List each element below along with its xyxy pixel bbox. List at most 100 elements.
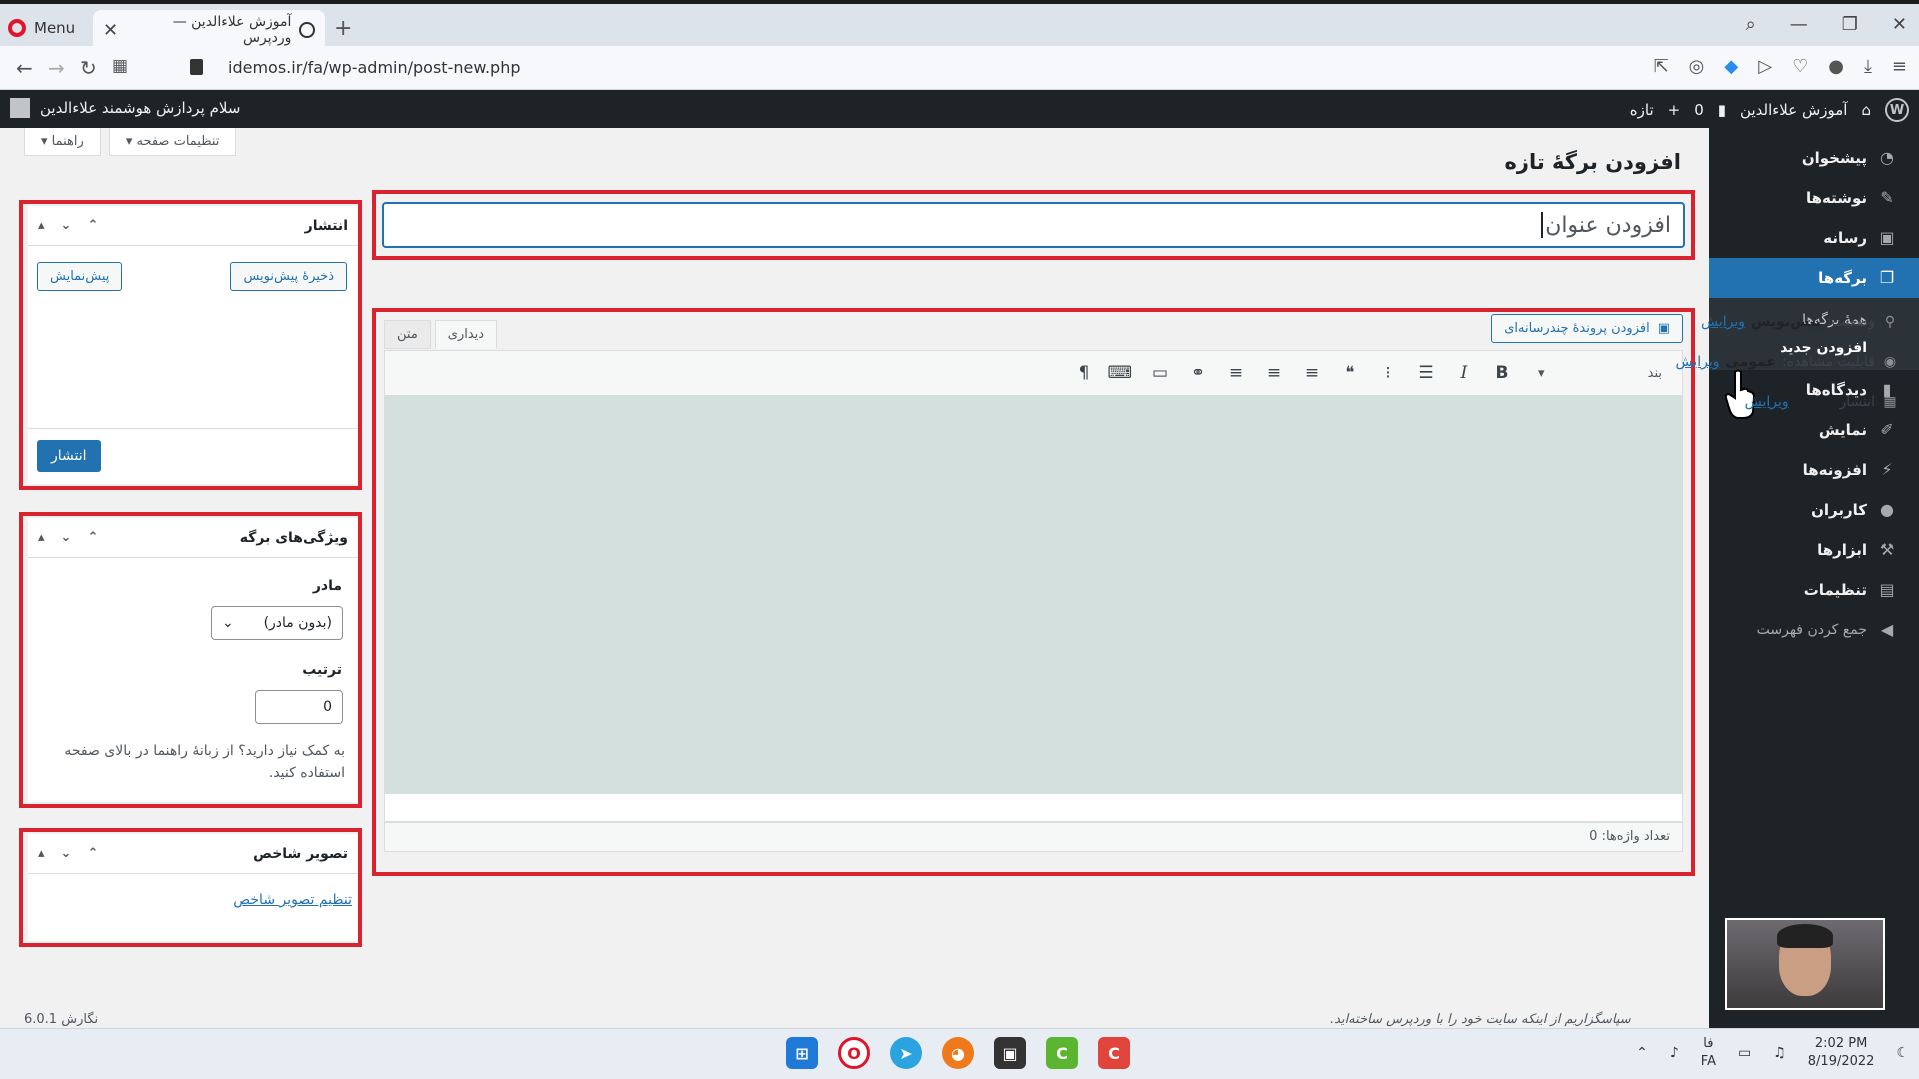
browser-tab[interactable]: آموزش علاءالدین — وردپرس ✕ (93, 10, 325, 50)
menu-item-plugins[interactable]: ⚡ افزونه‌ها (1709, 450, 1919, 490)
close-window-icon[interactable]: ✕ (1892, 14, 1907, 35)
title-input[interactable]: افزودن عنوان (382, 202, 1685, 248)
featured-image-box: تصویر شاخص ▴ ⌄ ⌃ (28, 834, 358, 941)
firefox-icon[interactable]: ◕ (942, 1037, 974, 1069)
avatar[interactable] (10, 98, 30, 118)
preview-button[interactable]: پیش‌نمایش (37, 262, 123, 291)
camtasia-icon[interactable]: C (1046, 1037, 1078, 1069)
date: 8/19/2022 (1807, 1054, 1875, 1069)
content-editor: ▣ افزودن پروندهٔ چندرسانه‌ای دیداری متن … (384, 314, 1683, 862)
link-icon[interactable]: ⚭ (1188, 363, 1208, 383)
capture-icon[interactable]: ▣ (994, 1037, 1026, 1069)
easy-setup-icon[interactable]: ≡ (1892, 56, 1907, 77)
chevron-up-icon[interactable]: ⌃ (87, 218, 98, 233)
visibility-row: ◉ قابلیت مشاهده: عمومی ویرایش (1579, 354, 1899, 370)
align-left-icon[interactable]: ≡ (1302, 363, 1322, 383)
windows-start-icon[interactable]: ⊞ (786, 1037, 818, 1069)
bold-icon[interactable]: B (1492, 363, 1512, 383)
tab-close-icon[interactable]: ✕ (103, 20, 118, 41)
save-draft-button[interactable]: ذخیرهٔ پیش‌نویس (230, 262, 347, 291)
vpn-shield-icon[interactable]: ◆ (1724, 56, 1738, 77)
heart-icon[interactable]: ♡ (1792, 56, 1808, 77)
url-field[interactable]: idemos.ir/fa/wp-admin/post-new.php (228, 58, 521, 77)
chevron-down-icon[interactable]: ⌄ (61, 846, 72, 861)
align-right-icon[interactable]: ≡ (1226, 363, 1246, 383)
notifications-icon[interactable]: ☾ (1896, 1045, 1909, 1061)
comments-bubble-icon[interactable]: ▮ (1718, 101, 1726, 119)
language-indicator[interactable]: فا FA (1701, 1035, 1716, 1071)
edit-status-link[interactable]: ویرایش (1701, 314, 1745, 330)
align-center-icon[interactable]: ≡ (1264, 363, 1284, 383)
forward-icon[interactable]: → (48, 56, 65, 80)
clock[interactable]: 2:02 PM 8/19/2022 (1808, 1035, 1875, 1071)
menu-label: برگه‌ها (1818, 269, 1867, 287)
thumbnail-header: تصویر شاخص ▴ ⌄ ⌃ (28, 834, 358, 874)
address-bar: ← → ↻ ▦ idemos.ir/fa/wp-admin/post-new.p… (0, 46, 1919, 90)
menu-item-dashboard[interactable]: ◔ پیشخوان (1709, 138, 1919, 178)
chevron-up-icon[interactable]: ⌃ (1636, 1045, 1648, 1061)
move-up-icon[interactable]: ▴ (38, 218, 45, 233)
screen-options-button[interactable]: تنظیمات صفحه ▾ (108, 128, 237, 156)
blockquote-icon[interactable]: ❝ (1340, 363, 1360, 383)
reload-icon[interactable]: ↻ (80, 56, 97, 80)
menu-item-users[interactable]: ● کاربران (1709, 490, 1919, 530)
chevron-up-icon[interactable]: ⌃ (87, 530, 98, 545)
edit-visibility-link[interactable]: ویرایش (1675, 354, 1719, 370)
numbered-list-icon[interactable]: ⁝ (1378, 363, 1398, 383)
comments-count[interactable]: 0 (1694, 101, 1704, 119)
rtl-paragraph-icon[interactable]: ¶ (1074, 363, 1094, 383)
bullet-list-icon[interactable]: ☰ (1416, 363, 1436, 383)
menu-item-posts[interactable]: ✎ نوشته‌ها (1709, 178, 1919, 218)
publish-button[interactable]: انتشار (37, 440, 101, 472)
menu-item-pages[interactable]: ❐ برگه‌ها (1701, 258, 1919, 298)
menu-item-tools[interactable]: ⚒ ابزارها (1709, 530, 1919, 570)
chevron-down-icon[interactable]: ⌄ (61, 530, 72, 545)
recorder-icon[interactable]: C (1098, 1037, 1130, 1069)
volume-icon[interactable]: ♫ (1773, 1045, 1786, 1061)
attributes-header: ویژگی‌های برگه ▴ ⌄ ⌃ (28, 518, 358, 558)
microphone-icon[interactable]: ♪ (1670, 1045, 1679, 1061)
menu-item-settings[interactable]: ▤ تنظیمات (1709, 570, 1919, 610)
tab-visual[interactable]: دیداری (434, 320, 498, 349)
box-controls: ▴ ⌄ ⌃ (38, 530, 98, 545)
telegram-icon[interactable]: ➤ (890, 1037, 922, 1069)
user-greeting[interactable]: سلام پردازش هوشمند علاءالدین (40, 99, 240, 117)
new-content-link[interactable]: تازه (1630, 101, 1654, 119)
download-icon[interactable]: ⤓ (1864, 56, 1872, 77)
move-up-icon[interactable]: ▴ (38, 530, 45, 545)
toolbar-toggle-icon[interactable]: ⌨ (1107, 363, 1132, 383)
tab-text[interactable]: متن (384, 320, 431, 349)
publish-header: انتشار ▴ ⌄ ⌃ (28, 206, 358, 246)
opera-icon[interactable]: O (838, 1037, 870, 1069)
visibility-value: عمومی (1725, 354, 1777, 370)
parent-select[interactable]: (بدون مادر) ⌄ (211, 606, 343, 640)
pin-icon: ✎ (1880, 188, 1894, 207)
new-tab-button[interactable]: + (334, 16, 352, 41)
back-icon[interactable]: ← (16, 56, 33, 80)
menu-item-media[interactable]: ▣ رسانه (1709, 218, 1919, 258)
share-icon[interactable]: ⇱ (1654, 56, 1669, 77)
restore-icon[interactable]: ❐ (1842, 14, 1858, 35)
edit-schedule-link[interactable]: ویرایش (1745, 394, 1789, 410)
collapse-menu-button[interactable]: ◀ جمع کردن فهرست (1709, 610, 1919, 650)
order-input[interactable]: 0 (255, 690, 343, 724)
opera-menu-button[interactable]: Menu (8, 14, 75, 42)
editor-body[interactable] (384, 396, 1683, 794)
chevron-up-icon[interactable]: ⌃ (87, 846, 98, 861)
wordpress-logo-icon[interactable]: W (1885, 98, 1909, 122)
read-more-icon[interactable]: ▭ (1150, 363, 1170, 383)
help-button[interactable]: راهنما ▾ (24, 128, 101, 156)
network-icon[interactable]: ▭ (1738, 1045, 1751, 1061)
move-up-icon[interactable]: ▴ (38, 846, 45, 861)
italic-icon[interactable]: I (1454, 363, 1474, 383)
player-icon[interactable]: ▷ (1758, 56, 1772, 77)
set-featured-image-link[interactable]: تنظیم تصویر شاخص (233, 892, 352, 908)
editor-resize[interactable] (384, 794, 1683, 822)
search-tabs-icon[interactable]: ⌕ (1746, 14, 1756, 35)
snapshot-icon[interactable]: ◎ (1689, 56, 1705, 77)
speed-dial-icon[interactable]: ▦ (112, 56, 128, 76)
minimize-icon[interactable]: — (1790, 14, 1808, 35)
profile-icon[interactable]: ● (1828, 56, 1844, 77)
chevron-down-icon[interactable]: ⌄ (61, 218, 72, 233)
site-name-link[interactable]: آموزش علاءالدین (1740, 101, 1847, 119)
